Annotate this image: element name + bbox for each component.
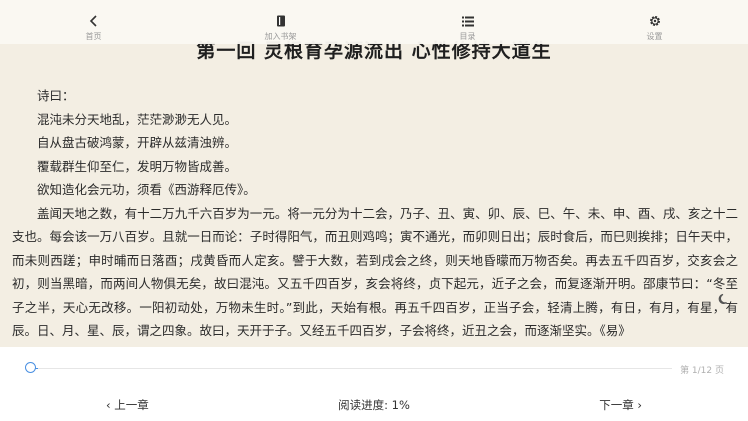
progress-slider-thumb[interactable]: [25, 362, 36, 373]
progress-slider[interactable]: [32, 368, 672, 369]
poem-line: 覆载群生仰至仁，发明万物皆成善。: [37, 158, 238, 174]
moon-icon[interactable]: [718, 290, 730, 309]
poem-line: 欲知造化会元功，须看《西游释厄传》。: [37, 182, 256, 197]
nav-home[interactable]: 首页: [0, 0, 187, 44]
nav-settings[interactable]: 设置: [561, 0, 748, 44]
chapter-nav-row: ‹ 上一章 阅读进度: 1% 下一章 ›: [0, 395, 748, 415]
gear-icon: [649, 14, 661, 28]
nav-catalog-label: 目录: [459, 32, 476, 41]
next-chapter-button[interactable]: 下一章 ›: [599, 397, 642, 413]
page-indicator: 第 1/12 页: [680, 366, 724, 376]
top-nav-bar: 首页 加入书架 目录 设置: [0, 0, 748, 44]
book-icon: [276, 14, 286, 28]
nav-catalog[interactable]: 目录: [374, 0, 561, 44]
nav-home-label: 首页: [85, 32, 102, 41]
bottom-control-panel: 第 1/12 页 ‹ 上一章 阅读进度: 1% 下一章 ›: [0, 347, 748, 421]
list-icon: [461, 14, 474, 28]
chevron-left-icon: [89, 14, 99, 28]
reader-content: 诗曰： 混沌未分天地乱，茫茫渺渺无人见。 自从盘古破鸿蒙，开辟从兹清浊辨。 覆载…: [12, 84, 738, 343]
nav-add-to-shelf[interactable]: 加入书架: [187, 0, 374, 44]
poem-line: 自从盘古破鸿蒙，开辟从兹清浊辨。: [37, 135, 238, 150]
nav-add-to-shelf-label: 加入书架: [264, 32, 297, 41]
poem-line: 混沌未分天地乱，茫茫渺渺无人见。: [37, 111, 238, 127]
body-paragraph: 盖闻天地之数，有十二万九千六百岁为一元。将一元分为十二会，乃子、丑、寅、卯、辰、…: [12, 205, 738, 339]
poem-line: 诗曰：: [37, 88, 75, 103]
nav-settings-label: 设置: [646, 32, 663, 41]
